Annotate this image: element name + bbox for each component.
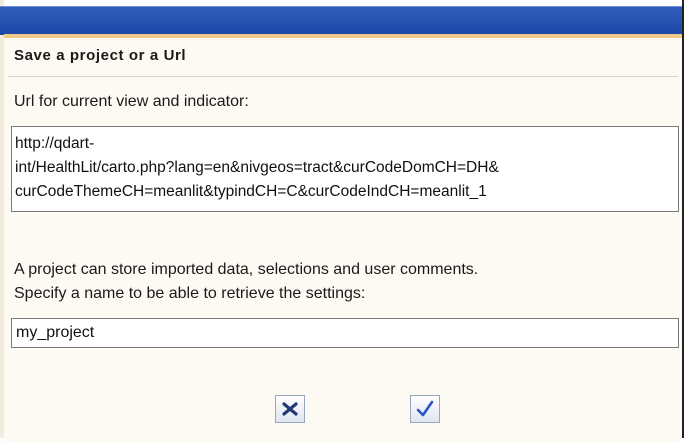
project-name-input[interactable] bbox=[11, 318, 679, 348]
cancel-button[interactable] bbox=[275, 395, 305, 423]
dialog-title: Save a project or a Url bbox=[14, 47, 187, 64]
description-line-2: Specify a name to be able to retrieve th… bbox=[14, 285, 366, 302]
checkmark-icon bbox=[416, 400, 434, 417]
project-description: A project can store imported data, selec… bbox=[14, 258, 478, 306]
title-bar[interactable] bbox=[0, 6, 682, 35]
url-label: Url for current view and indicator: bbox=[14, 93, 249, 110]
close-icon bbox=[282, 402, 298, 416]
description-line-1: A project can store imported data, selec… bbox=[14, 261, 479, 278]
confirm-button[interactable] bbox=[410, 395, 440, 423]
divider bbox=[8, 76, 678, 77]
url-field[interactable]: http://qdart- int/HealthLit/carto.php?la… bbox=[11, 126, 679, 212]
save-project-dialog: Save a project or a Url Url for current … bbox=[4, 34, 682, 442]
screen: Save a project or a Url Url for current … bbox=[0, 0, 684, 442]
